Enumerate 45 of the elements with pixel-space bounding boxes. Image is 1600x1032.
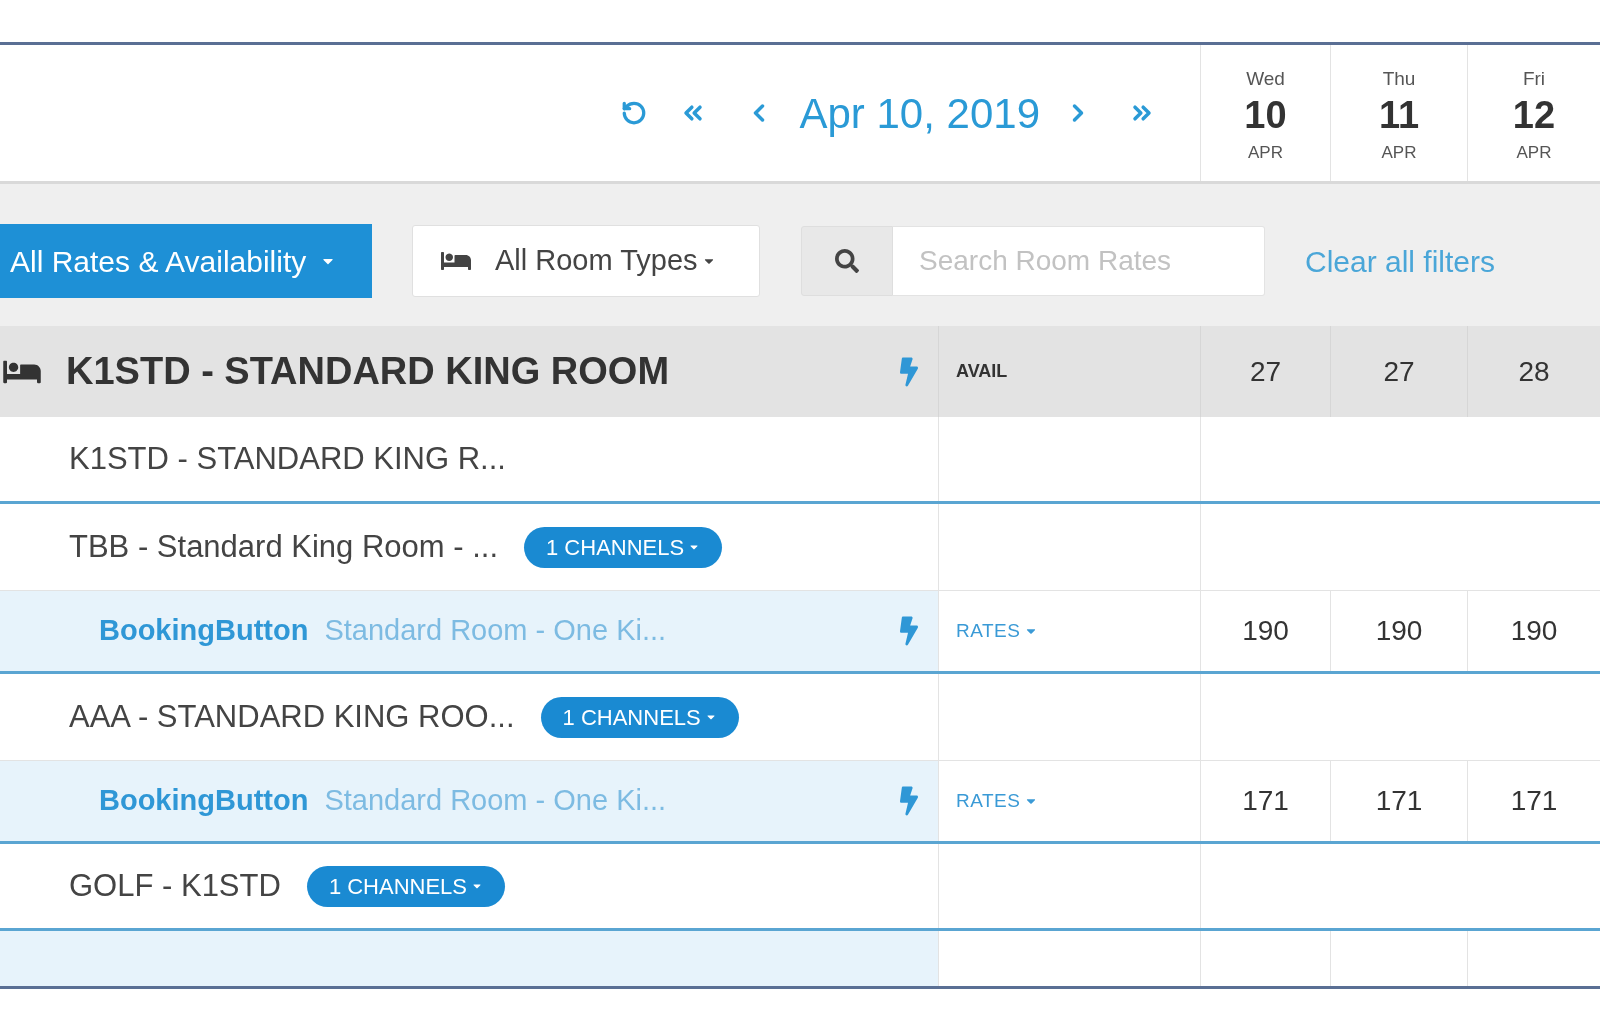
availability-value: 27 [1383,354,1415,389]
rate-name: Standard Room - One Ki... [324,783,667,819]
search-icon [835,249,859,273]
day-number: 11 [1378,96,1420,134]
weekday: Wed [1246,69,1285,88]
rate-name: Standard Room - One Ki... [324,613,667,649]
bed-icon [439,249,473,273]
weekday: Fri [1522,69,1546,88]
channel-name: BookingButton [99,613,309,649]
room-type-dropdown[interactable]: All Room Types [412,225,760,297]
lightning-icon [900,356,918,387]
availability-value: 28 [1518,354,1550,389]
month: APR [1248,144,1283,161]
refresh-icon[interactable] [621,100,648,126]
room-type-title: K1STD - STANDARD KING ROOM [66,349,670,394]
channels-dropdown[interactable]: 1 CHANNELS [524,526,723,568]
rate-plan-name: K1STD - STANDARD KING R... [69,439,506,478]
channels-dropdown[interactable]: 1 CHANNELS [306,865,506,907]
rate-value: 171 [1375,784,1423,818]
month: APR [1516,144,1552,161]
day-number: 12 [1512,96,1556,134]
channel-name: BookingButton [99,783,309,819]
channels-dropdown[interactable]: 1 CHANNELS [540,696,739,738]
rate-value: 190 [1242,614,1289,648]
rate-value: 171 [1242,784,1289,818]
clear-filters-link[interactable]: Clear all filters [1305,238,1496,284]
lightning-icon [900,616,918,646]
rates-dropdown[interactable]: RATES [956,616,1039,646]
weekday: Thu [1382,69,1416,88]
view-dropdown[interactable]: All Rates & Availability [0,224,372,298]
rate-plan-name: TBB - Standard King Room - ... [69,527,498,566]
rate-plan-name: AAA - STANDARD KING ROO... [69,697,515,736]
search-field[interactable]: Search Room Rates [893,226,1265,296]
rate-value: 171 [1510,784,1558,818]
month: APR [1381,144,1417,161]
current-date[interactable]: Apr 10, 2019 [799,81,1040,145]
rate-value: 190 [1375,614,1423,648]
day-number: 10 [1244,96,1287,134]
search-button[interactable] [801,226,893,296]
avail-label: AVAIL [956,360,1008,383]
rates-dropdown[interactable]: RATES [956,786,1039,816]
rate-value: 190 [1510,614,1558,648]
rate-plan-name: GOLF - K1STD [69,866,281,905]
lightning-icon [900,786,918,816]
availability-value: 27 [1249,354,1282,389]
